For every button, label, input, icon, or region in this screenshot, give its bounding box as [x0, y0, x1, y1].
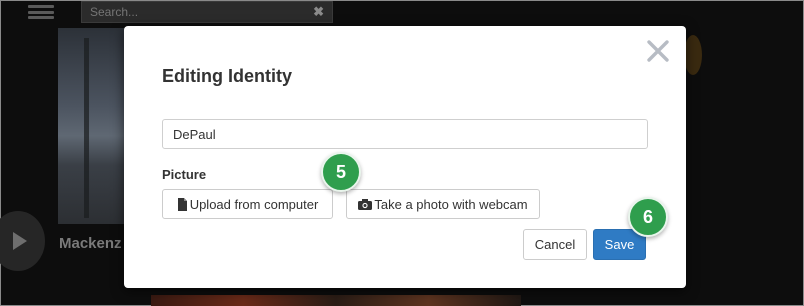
take-photo-webcam-button[interactable]: Take a photo with webcam [346, 189, 540, 219]
menu-icon[interactable] [28, 5, 54, 19]
editing-identity-modal: Editing Identity Picture Upload from com… [124, 26, 686, 288]
play-icon[interactable] [0, 211, 45, 271]
close-button[interactable] [645, 38, 671, 64]
search-input[interactable] [82, 2, 282, 22]
upload-from-computer-button[interactable]: Upload from computer [162, 189, 333, 219]
cancel-button[interactable]: Cancel [523, 229, 587, 260]
upload-button-label: Upload from computer [189, 196, 319, 212]
background-decoration [684, 35, 702, 75]
file-icon [177, 197, 188, 211]
close-icon [647, 40, 669, 62]
step-badge-5: 5 [321, 152, 361, 192]
step-badge-6: 6 [628, 197, 668, 237]
clear-search-icon[interactable]: ✖ [313, 4, 324, 20]
thumbnail-strip [151, 295, 521, 306]
picture-label: Picture [162, 167, 207, 182]
featured-name: Mackenz [59, 235, 122, 252]
modal-title: Editing Identity [162, 66, 292, 86]
featured-thumbnail[interactable] [58, 28, 126, 224]
background-search-bar[interactable]: ✖ [81, 1, 333, 23]
identity-name-field[interactable] [162, 119, 648, 149]
camera-icon [358, 198, 373, 210]
webcam-button-label: Take a photo with webcam [374, 196, 528, 212]
